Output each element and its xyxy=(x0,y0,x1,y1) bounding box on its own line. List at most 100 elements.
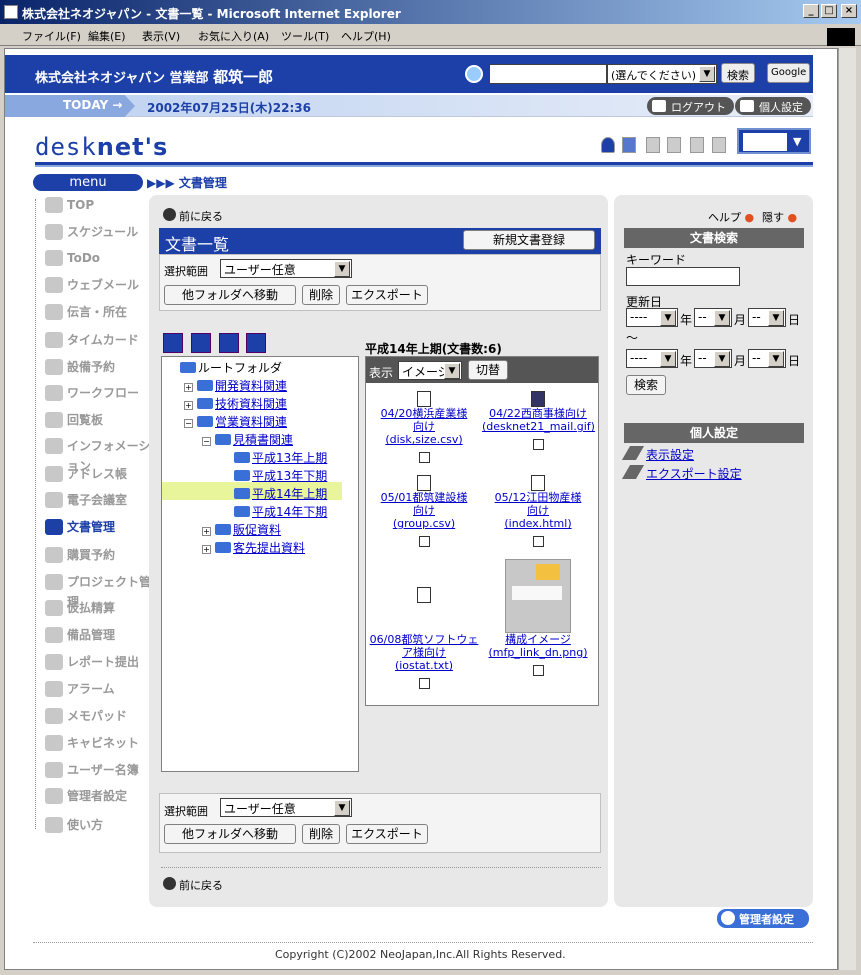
sidebar-item-top[interactable]: TOP xyxy=(45,195,155,215)
from-year-select[interactable]: ---- ▼ xyxy=(626,308,678,327)
document-checkbox[interactable] xyxy=(532,439,544,450)
delete-button-bottom[interactable]: 削除 xyxy=(302,824,340,844)
sidebar-item-timecard[interactable]: タイムカード xyxy=(45,330,155,350)
sidebar-item-equipment[interactable]: 備品管理 xyxy=(45,625,155,645)
sidebar-item-documents[interactable]: 文書管理 xyxy=(45,517,155,537)
folder-icon[interactable] xyxy=(163,333,183,353)
to-month-select[interactable]: -- ▼ xyxy=(694,349,732,368)
list-icon[interactable] xyxy=(712,137,726,153)
document-item[interactable]: 04/22西商事様向け (desknet21_mail.gif) xyxy=(482,391,595,450)
admin-settings-button[interactable]: 管理者設定 xyxy=(717,909,809,928)
document-checkbox[interactable] xyxy=(418,452,430,463)
sidebar-item-facility[interactable]: 設備予約 xyxy=(45,357,155,377)
tree-node-tech[interactable]: + 技術資料関連 xyxy=(184,395,287,412)
tree-node-client[interactable]: + 客先提出資料 xyxy=(202,539,305,556)
logout-button[interactable]: ログアウト xyxy=(647,97,734,115)
from-day-select[interactable]: -- ▼ xyxy=(748,308,786,327)
export-settings-link[interactable]: エクスポート設定 xyxy=(621,465,742,482)
group-icon[interactable] xyxy=(622,137,636,153)
sidebar-item-todo[interactable]: ToDo xyxy=(45,248,155,268)
tree-root[interactable]: ルートフォルダ xyxy=(180,359,282,376)
new-document-button[interactable]: 新規文書登録 xyxy=(463,230,595,250)
close-button[interactable]: × xyxy=(841,4,857,18)
toolbar-selector[interactable]: ▼ xyxy=(737,128,811,154)
header-search-button[interactable]: 検索 xyxy=(721,63,755,83)
tree-node-estimate[interactable]: − 見積書関連 xyxy=(202,431,293,448)
document-item[interactable]: 05/12江田物産様 向け (index.html) xyxy=(482,475,594,547)
display-settings-link[interactable]: 表示設定 xyxy=(621,446,694,463)
tree-node-h13b[interactable]: 平成13年下期 xyxy=(234,467,327,484)
sidebar-item-workflow[interactable]: ワークフロー xyxy=(45,383,155,403)
menu-view[interactable]: 表示(V) xyxy=(142,28,180,44)
hide-link[interactable]: 隠す ● xyxy=(762,209,797,225)
tree-node-h14b[interactable]: 平成14年下期 xyxy=(234,503,327,520)
document-checkbox[interactable] xyxy=(418,678,430,689)
sidebar-item-memo[interactable]: メモパッド xyxy=(45,706,155,726)
view-select[interactable]: イメージ ▼ xyxy=(398,361,462,380)
back-link-top[interactable]: 前に戻る xyxy=(163,208,223,224)
header-search-input[interactable] xyxy=(489,64,607,84)
edit-icon[interactable] xyxy=(667,137,681,153)
menu-file[interactable]: ファイル(F) xyxy=(22,28,81,44)
to-year-select[interactable]: ---- ▼ xyxy=(626,349,678,368)
sidebar-item-schedule[interactable]: スケジュール xyxy=(45,222,155,242)
document-icon[interactable] xyxy=(646,137,660,153)
sidebar-item-address[interactable]: アドレス帳 xyxy=(45,464,155,484)
switch-view-button[interactable]: 切替 xyxy=(468,360,508,380)
google-button[interactable]: Google xyxy=(767,63,811,83)
sidebar-item-conference[interactable]: 電子会議室 xyxy=(45,490,155,510)
menu-tools[interactable]: ツール(T) xyxy=(281,28,329,44)
tree-node-promo[interactable]: + 販促資料 xyxy=(202,521,281,538)
menu-help[interactable]: ヘルプ(H) xyxy=(341,28,391,44)
user-icon[interactable] xyxy=(601,137,615,153)
sidebar-item-expense[interactable]: 仮払精算 xyxy=(45,598,155,618)
tree-node-h13a[interactable]: 平成13年上期 xyxy=(234,449,327,466)
export-button-bottom[interactable]: エクスポート xyxy=(346,824,428,844)
sidebar-item-webmail[interactable]: ウェブメール xyxy=(45,275,155,295)
move-folder-button-bottom[interactable]: 他フォルダへ移動 xyxy=(164,824,296,844)
move-folder-button[interactable]: 他フォルダへ移動 xyxy=(164,285,296,305)
sidebar-item-howto[interactable]: 使い方 xyxy=(45,815,155,835)
delete-button[interactable]: 削除 xyxy=(302,285,340,305)
menu-edit[interactable]: 編集(E) xyxy=(88,28,126,44)
doc-search-button[interactable]: 検索 xyxy=(626,375,666,395)
scope-select[interactable]: ユーザー任意 ▼ xyxy=(220,259,352,278)
tree-node-sales[interactable]: − 営業資料関連 xyxy=(184,413,287,430)
help-link[interactable]: ヘルプ ● xyxy=(708,209,754,225)
document-checkbox[interactable] xyxy=(418,536,430,547)
tree-node-h14a[interactable]: 平成14年上期 xyxy=(234,485,327,502)
document-item[interactable]: 04/20横浜産業様 向け (disk,size.csv) xyxy=(368,391,480,463)
sidebar-item-report[interactable]: レポート提出 xyxy=(45,652,155,672)
export-button[interactable]: エクスポート xyxy=(346,285,428,305)
minimize-button[interactable]: _ xyxy=(803,4,819,18)
search-target-select[interactable]: (選んでください) ▼ xyxy=(607,64,717,84)
tree-node-dev[interactable]: + 開発資料関連 xyxy=(184,377,287,394)
sidebar-item-users[interactable]: ユーザー名簿 xyxy=(45,760,155,780)
scope-select-bottom[interactable]: ユーザー任意 ▼ xyxy=(220,798,352,817)
document-checkbox[interactable] xyxy=(532,536,544,547)
back-link-bottom[interactable]: 前に戻る xyxy=(163,877,223,893)
document-item[interactable]: 05/01都筑建設様 向け (group.csv) xyxy=(368,475,480,547)
menu-favorites[interactable]: お気に入り(A) xyxy=(198,28,269,44)
sidebar-item-message[interactable]: 伝言・所在 xyxy=(45,302,155,322)
sidebar-item-purchase[interactable]: 購買予約 xyxy=(45,545,155,565)
maximize-button[interactable]: □ xyxy=(821,4,837,18)
sidebar-item-circular[interactable]: 回覧板 xyxy=(45,410,155,430)
sidebar-item-alarm[interactable]: アラーム xyxy=(45,679,155,699)
sidebar-item-information[interactable]: インフォメーション xyxy=(45,436,155,473)
sidebar-item-project[interactable]: プロジェクト管理 xyxy=(45,572,155,609)
to-day-select[interactable]: -- ▼ xyxy=(748,349,786,368)
grid-icon[interactable] xyxy=(690,137,704,153)
vertical-scrollbar[interactable] xyxy=(838,48,856,970)
document-item[interactable]: 06/08都筑ソフトウェ ア様向け (iostat.txt) xyxy=(368,587,480,689)
edit-folder-icon[interactable] xyxy=(219,333,239,353)
keyword-input[interactable] xyxy=(626,267,740,286)
sidebar-item-admin[interactable]: 管理者設定 xyxy=(45,786,155,806)
move-folder-icon[interactable] xyxy=(246,333,266,353)
sidebar-item-cabinet[interactable]: キャビネット xyxy=(45,733,155,753)
personal-settings-button[interactable]: 個人設定 xyxy=(735,97,811,115)
new-folder-icon[interactable] xyxy=(191,333,211,353)
document-checkbox[interactable] xyxy=(532,665,544,676)
from-month-select[interactable]: -- ▼ xyxy=(694,308,732,327)
document-item[interactable]: 構成イメージ (mfp_link_dn.png) xyxy=(482,559,594,676)
